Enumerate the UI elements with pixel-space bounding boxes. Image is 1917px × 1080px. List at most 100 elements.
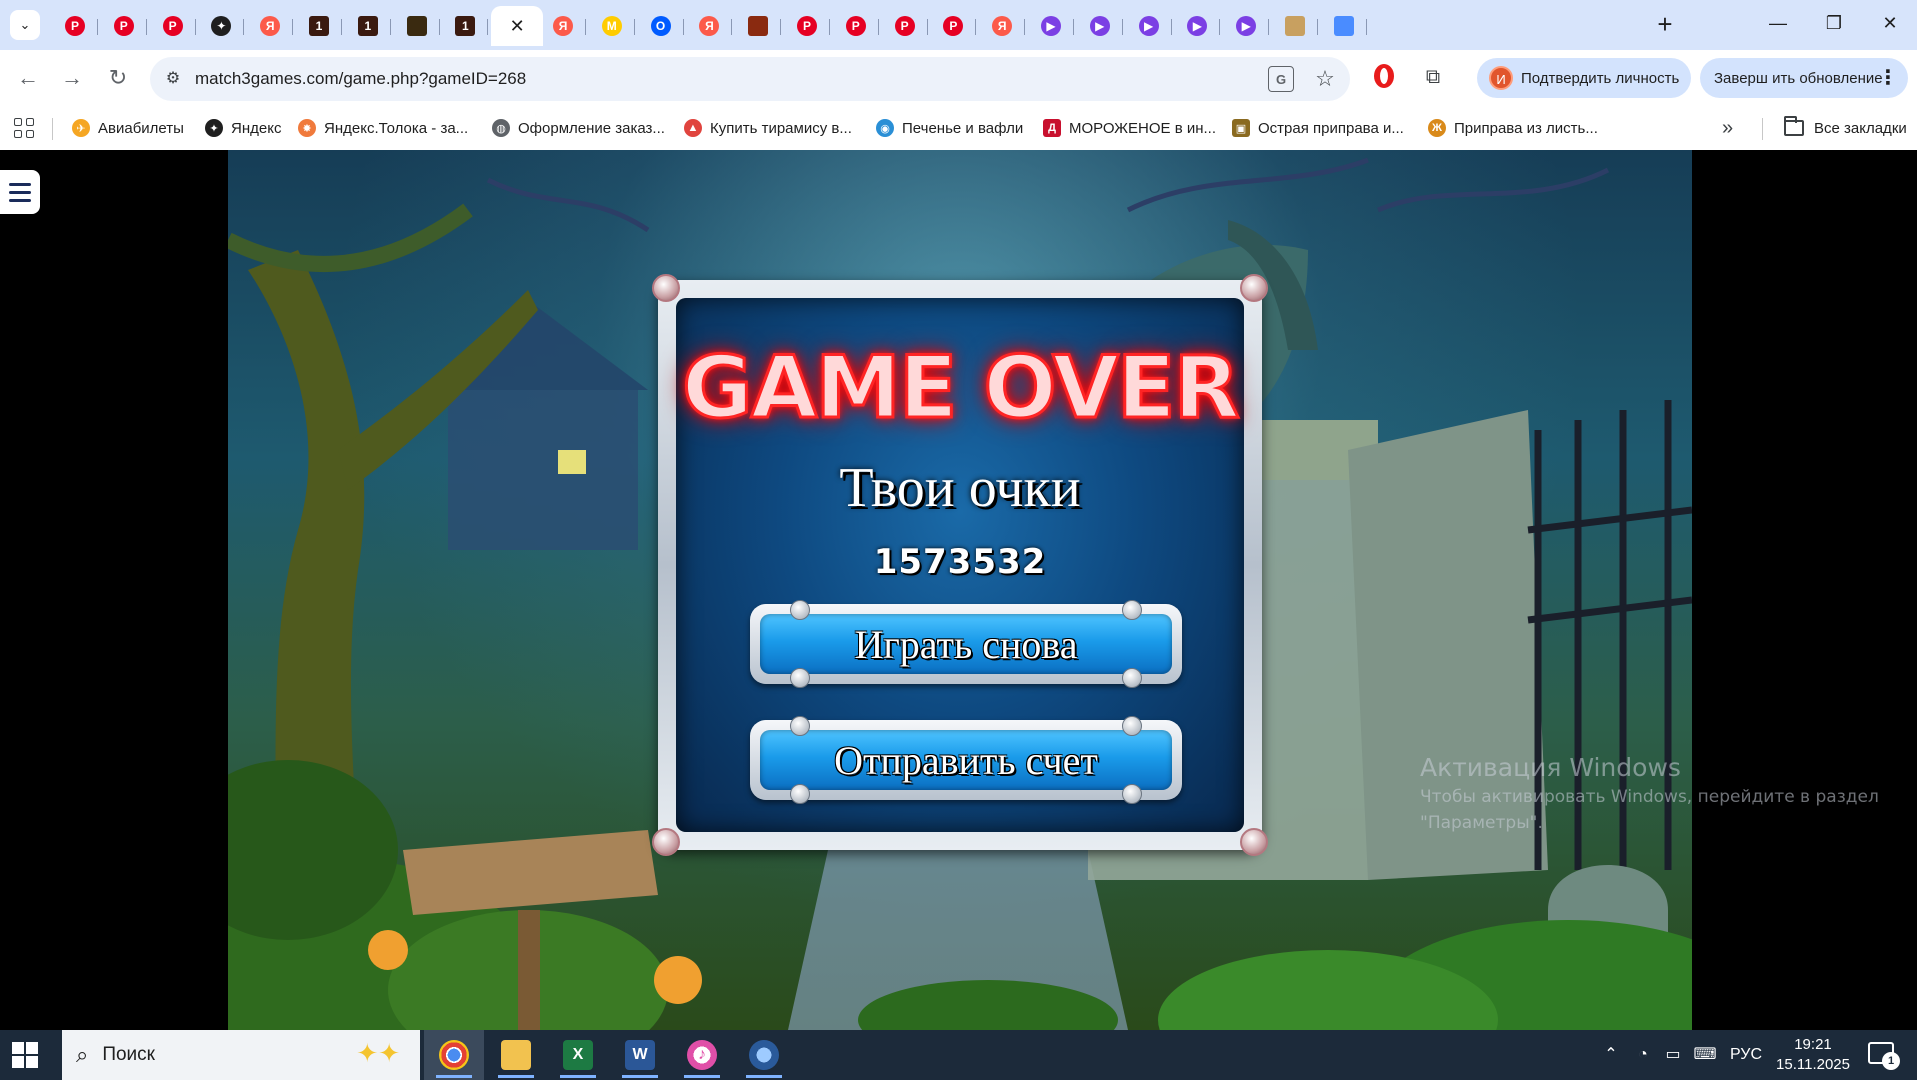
- bookmark-item[interactable]: ✦ Яндекс: [205, 106, 281, 150]
- translate-icon[interactable]: G: [1268, 66, 1294, 92]
- apps-grid-icon[interactable]: [12, 116, 36, 140]
- back-button[interactable]: ←: [12, 62, 44, 94]
- tab[interactable]: ▶: [1223, 6, 1270, 46]
- wifi-icon[interactable]: ◔: [1630, 1030, 1656, 1080]
- windows-start-icon[interactable]: [12, 1042, 38, 1068]
- divider: [1268, 19, 1270, 35]
- keyboard-icon[interactable]: ⌨: [1690, 1030, 1720, 1080]
- reload-button[interactable]: ↻: [102, 62, 134, 94]
- kebab-menu-icon[interactable]: ⋮: [1878, 58, 1898, 98]
- notification-center-icon[interactable]: 1: [1868, 1042, 1900, 1070]
- clock-date: 15.11.2025: [1776, 1056, 1850, 1073]
- score-value: 1573532: [873, 542, 1047, 582]
- divider: [292, 19, 294, 35]
- tab[interactable]: P: [833, 6, 879, 46]
- finish-update-button[interactable]: Заверш ить обновление ⋮: [1700, 58, 1908, 98]
- tab[interactable]: Я: [979, 6, 1026, 46]
- all-bookmarks-button[interactable]: Все закладки: [1784, 106, 1907, 150]
- system-clock[interactable]: 19:21 15.11.2025: [1768, 1035, 1858, 1075]
- url-text[interactable]: match3games.com/game.php?gameID=268: [195, 57, 526, 101]
- tab[interactable]: O: [638, 6, 684, 46]
- bookmark-item[interactable]: Д МОРОЖЕНОЕ в ин...: [1043, 106, 1216, 150]
- extensions-puzzle-icon[interactable]: ⧉: [1418, 62, 1448, 92]
- bookmark-item[interactable]: ✸ Яндекс.Толока - за...: [298, 106, 468, 150]
- minimize-button[interactable]: —: [1758, 8, 1798, 38]
- battery-icon[interactable]: ▭: [1660, 1030, 1686, 1080]
- ozon-icon: O: [650, 16, 671, 36]
- submit-score-button[interactable]: Отправить счет: [750, 716, 1182, 804]
- restore-button[interactable]: ❐: [1814, 8, 1854, 38]
- tab[interactable]: ▶: [1174, 6, 1221, 46]
- taskbar-app-itunes[interactable]: ♪: [672, 1030, 732, 1080]
- tab[interactable]: P: [52, 6, 98, 46]
- bookmark-item[interactable]: ✈ Авиабилеты: [72, 106, 184, 150]
- hamburger-menu-icon[interactable]: [0, 170, 40, 214]
- bookmark-label: Яндекс: [231, 119, 282, 137]
- tab[interactable]: Я: [247, 6, 294, 46]
- corner-rivet-icon: [1240, 828, 1268, 856]
- tab-search-button[interactable]: ⌄: [10, 10, 40, 40]
- tab[interactable]: ▶: [1126, 6, 1172, 46]
- all-bookmarks-label: Все закладки: [1814, 119, 1907, 137]
- taskbar-app-file-explorer[interactable]: [486, 1030, 546, 1080]
- close-icon[interactable]: ✕: [510, 16, 525, 37]
- video-play-icon: ▶: [1041, 16, 1061, 36]
- site-info-icon[interactable]: ⚙: [160, 66, 186, 92]
- bookmark-item[interactable]: ▣ Острая приправа и...: [1232, 106, 1404, 150]
- game-canvas[interactable]: GAME OVER Твои очки 1573532 Играть снова…: [228, 150, 1692, 1030]
- tab[interactable]: ▶: [1028, 6, 1074, 46]
- forward-button[interactable]: →: [56, 62, 88, 94]
- taskbar-app-excel[interactable]: X: [548, 1030, 608, 1080]
- taskbar-search-box[interactable]: ⌕ Поиск ✦✦: [62, 1030, 420, 1080]
- taskbar-app-app[interactable]: [734, 1030, 794, 1080]
- tab[interactable]: P: [784, 6, 830, 46]
- tray-expand-chevron-icon[interactable]: ⌃: [1598, 1030, 1624, 1080]
- tab[interactable]: 1: [345, 6, 391, 46]
- tab[interactable]: ▶: [1077, 6, 1123, 46]
- bookmark-item[interactable]: ◉ Печенье и вафли: [876, 106, 1023, 150]
- bookmark-label: Оформление заказ...: [518, 119, 665, 137]
- address-bar[interactable]: ⚙ match3games.com/game.php?gameID=268 G …: [150, 57, 1350, 101]
- tab[interactable]: M: [589, 6, 635, 46]
- tab[interactable]: P: [930, 6, 977, 46]
- play-again-button[interactable]: Играть снова: [750, 600, 1182, 688]
- taskbar-app-chrome[interactable]: [424, 1030, 484, 1080]
- sparkle-icon: ✦✦: [356, 1038, 400, 1068]
- tab[interactable]: ✦: [198, 6, 245, 46]
- bolt-icon: [1122, 668, 1142, 688]
- tab[interactable]: [1272, 6, 1318, 46]
- divider: [243, 19, 245, 35]
- opera-extension-icon[interactable]: [1370, 62, 1398, 90]
- browser-toolbar: ← → ↻ ⚙ match3games.com/game.php?gameID=…: [0, 50, 1917, 106]
- close-window-button[interactable]: ✕: [1870, 8, 1910, 38]
- tab[interactable]: [394, 6, 440, 46]
- bookmark-star-icon[interactable]: ☆: [1310, 63, 1340, 95]
- cake-icon: ▲: [684, 119, 702, 137]
- yandex-icon: Я: [260, 16, 281, 36]
- game-thumb-icon: [748, 16, 769, 36]
- verify-identity-button[interactable]: И Подтвердить личность: [1477, 58, 1691, 98]
- bookmark-item[interactable]: Ж Приправа из листь...: [1428, 106, 1598, 150]
- bookmark-item[interactable]: ◍ Оформление заказ...: [492, 106, 665, 150]
- new-tab-button[interactable]: +: [1650, 10, 1680, 40]
- running-indicator: [746, 1075, 782, 1078]
- divider: [341, 19, 342, 35]
- clock-time: 19:21: [1794, 1036, 1832, 1053]
- tab[interactable]: P: [150, 6, 196, 46]
- tab[interactable]: [1321, 6, 1367, 46]
- yandex-icon: Я: [553, 16, 573, 36]
- watermark-title: Активация Windows: [1420, 753, 1681, 782]
- tab[interactable]: Я: [540, 6, 586, 46]
- language-indicator[interactable]: РУС: [1726, 1030, 1766, 1080]
- taskbar-app-word[interactable]: W: [610, 1030, 670, 1080]
- bookmark-item[interactable]: ▲ Купить тирамису в...: [684, 106, 852, 150]
- tab-active[interactable]: ✕: [491, 6, 544, 46]
- tab[interactable]: P: [882, 6, 928, 46]
- tab[interactable]: 1: [442, 6, 489, 46]
- tab[interactable]: Я: [686, 6, 733, 46]
- tab[interactable]: 1: [296, 6, 342, 46]
- tab[interactable]: P: [101, 6, 147, 46]
- itunes-icon: ♪: [687, 1040, 717, 1070]
- tab[interactable]: [735, 6, 782, 46]
- more-bookmarks-chevron-icon[interactable]: »: [1722, 106, 1733, 150]
